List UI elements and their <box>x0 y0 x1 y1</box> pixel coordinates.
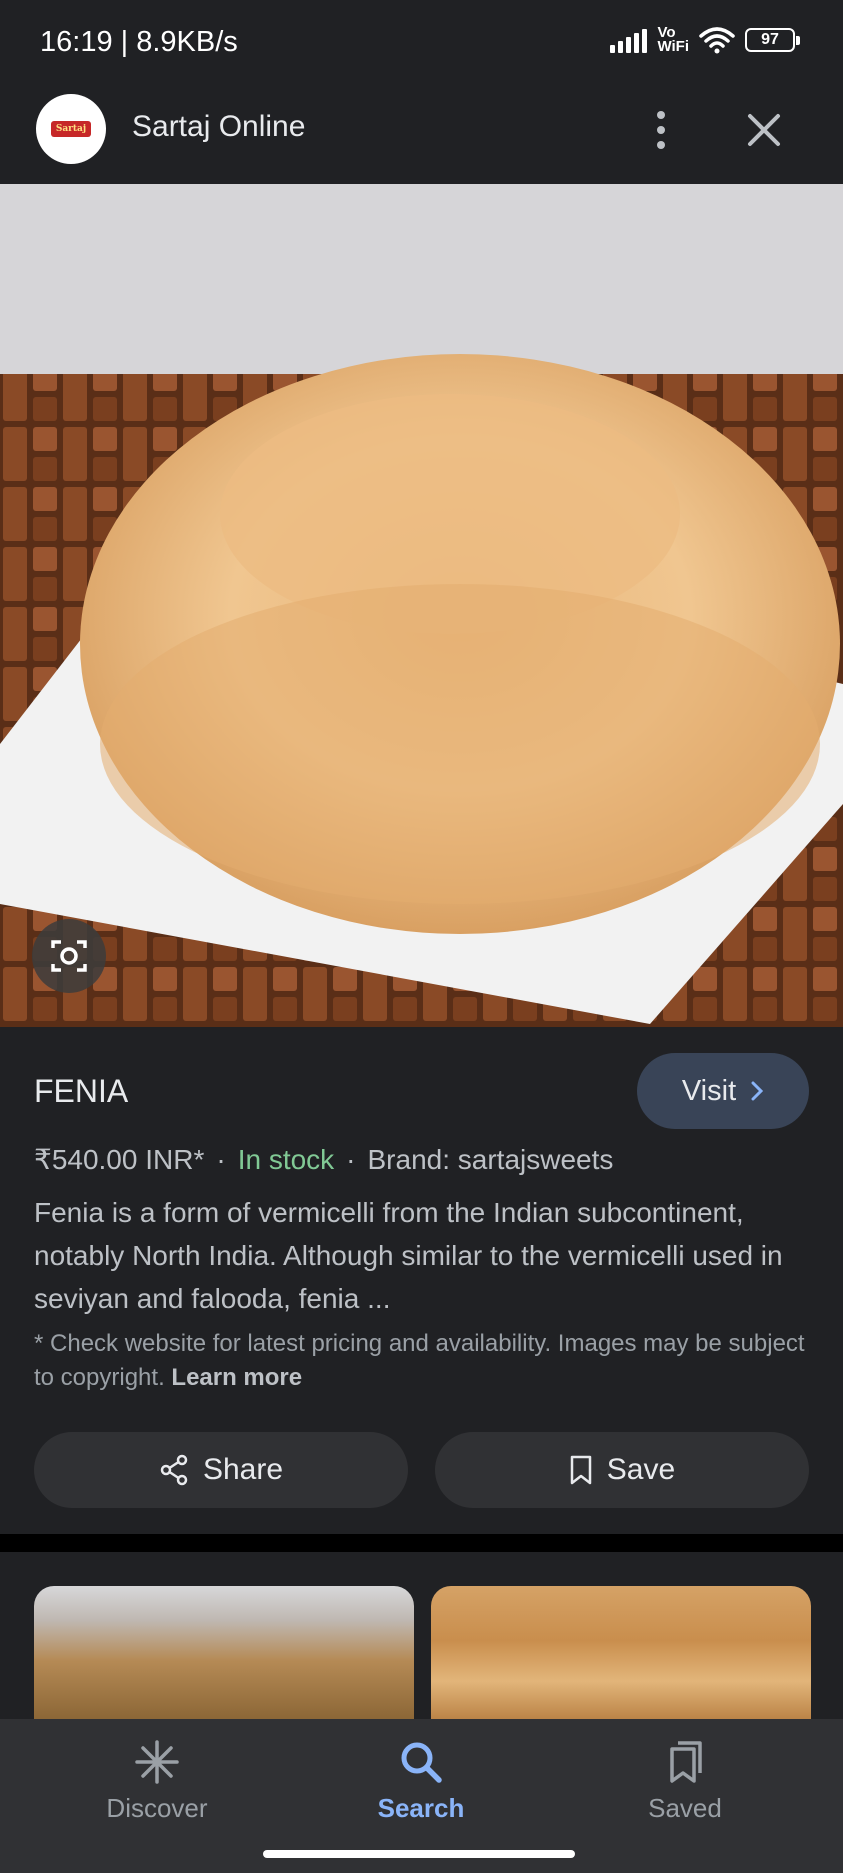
bookmarks-icon <box>670 1741 702 1783</box>
product-photo <box>0 184 843 1027</box>
learn-more-link[interactable]: Learn more <box>171 1364 302 1391</box>
brand: Brand: sartajsweets <box>367 1144 614 1175</box>
dot-icon <box>657 126 665 134</box>
close-icon[interactable] <box>740 106 788 154</box>
wifi-icon <box>699 27 735 54</box>
asterisk-icon <box>135 1740 179 1784</box>
site-logo[interactable]: Sartaj <box>36 94 106 164</box>
nav-saved-label: Saved <box>648 1793 722 1823</box>
signal-icon <box>610 27 648 53</box>
more-options-button[interactable] <box>640 100 682 160</box>
site-name[interactable]: Sartaj Online <box>132 110 305 144</box>
nav-search-label: Search <box>377 1793 465 1823</box>
related-image[interactable] <box>34 1586 414 1722</box>
lens-button[interactable] <box>32 919 106 993</box>
battery-icon: 97 <box>745 28 800 52</box>
product-image[interactable] <box>0 184 843 1027</box>
save-label: Save <box>606 1453 676 1486</box>
nav-discover-label: Discover <box>106 1793 208 1823</box>
product-meta: ₹540.00 INR* · In stock · Brand: sartajsweet… <box>34 1144 614 1175</box>
logo-text: Sartaj <box>51 121 91 137</box>
visit-label: Visit <box>681 1074 737 1107</box>
dot-icon <box>657 141 665 149</box>
share-button[interactable]: Share <box>34 1432 408 1508</box>
stock-status: In stock <box>237 1144 335 1175</box>
battery-level: 97 <box>761 31 779 48</box>
chevron-right-icon <box>751 1081 764 1101</box>
save-button[interactable]: Save <box>435 1432 809 1508</box>
product-description: Fenia is a form of vermicelli from the I… <box>34 1197 783 1314</box>
nav-saved[interactable]: Saved <box>605 1739 765 1824</box>
header: Sartaj Sartaj Online <box>0 76 843 184</box>
related-image[interactable] <box>431 1586 811 1722</box>
visit-button[interactable]: Visit <box>637 1053 809 1129</box>
bookmark-icon <box>570 1455 592 1485</box>
status-bar: 16:19 | 8.9KB/s Vo WiFi 97 <box>0 0 843 76</box>
dot-icon <box>657 111 665 119</box>
status-time: 16:19 | 8.9KB/s <box>40 26 238 58</box>
price: ₹540.00 INR* <box>34 1144 205 1175</box>
share-icon <box>160 1454 188 1486</box>
camera-search-icon <box>51 940 87 972</box>
nav-search[interactable]: Search <box>341 1739 501 1824</box>
product-title: FENIA <box>34 1073 129 1109</box>
product-details: FENIA Visit ₹540.00 INR* · In stock · Brand:… <box>0 1027 843 1534</box>
related-images <box>0 1552 843 1722</box>
section-divider <box>0 1534 843 1552</box>
vowifi-label: Vo WiFi <box>657 24 689 55</box>
pricing-note-text: * Check website for latest pricing and a… <box>34 1330 805 1391</box>
share-label: Share <box>202 1453 284 1486</box>
status-icons: Vo WiFi 97 <box>610 24 800 55</box>
search-icon <box>401 1742 442 1783</box>
home-indicator[interactable] <box>263 1850 575 1858</box>
pricing-note: * Check website for latest pricing and a… <box>34 1327 824 1395</box>
nav-discover[interactable]: Discover <box>77 1739 237 1824</box>
